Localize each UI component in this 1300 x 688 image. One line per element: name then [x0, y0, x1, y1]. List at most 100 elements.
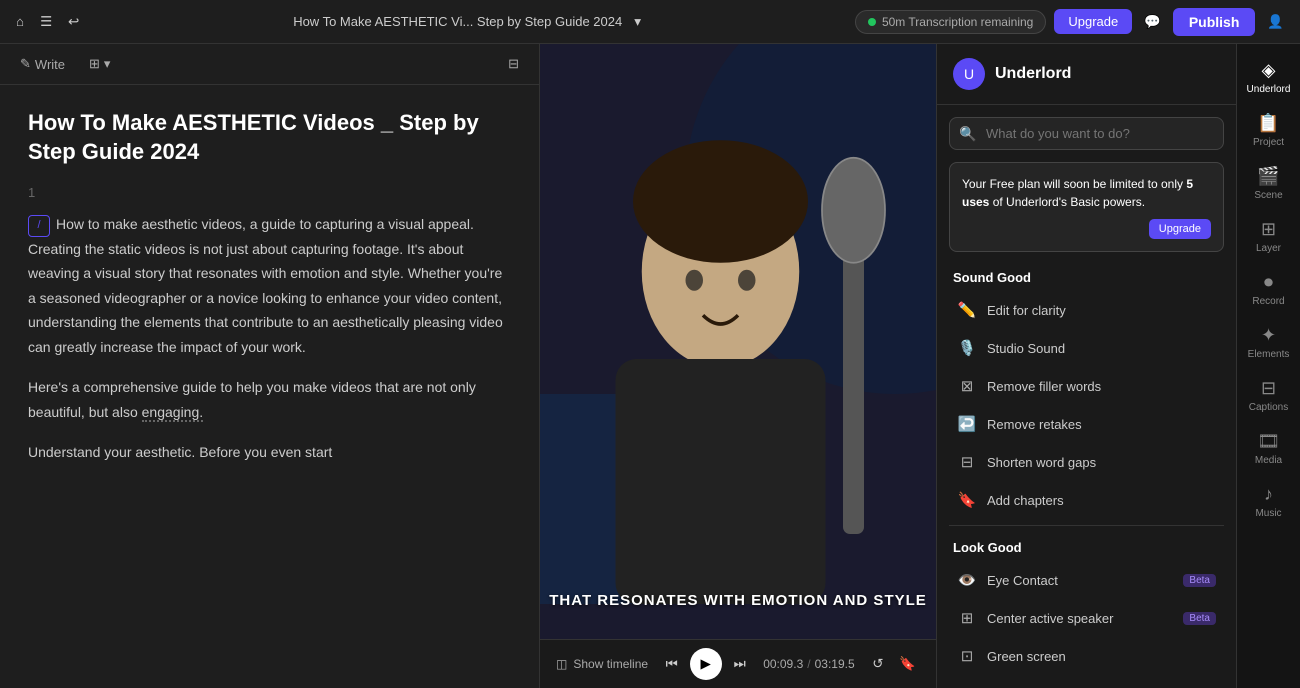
tool-edit-for-clarity[interactable]: ✏️ Edit for clarity: [949, 291, 1224, 329]
tool-eye-contact[interactable]: 👁️ Eye Contact Beta: [949, 561, 1224, 599]
tool-automatic-multicam[interactable]: ⊠ Automatic multicam: [949, 675, 1224, 688]
project-label: Project: [1253, 137, 1284, 148]
playback-controls: ⏮ ▶ ⏭: [662, 648, 750, 680]
sidebar-item-project[interactable]: 📋 Project: [1237, 105, 1300, 156]
skip-forward-icon: ⏭: [734, 656, 746, 672]
tool-studio-sound[interactable]: 🎙️ Studio Sound: [949, 329, 1224, 367]
remove-retakes-icon: ↩️: [957, 414, 977, 434]
underlord-bar-label: Underlord: [1247, 84, 1291, 95]
show-timeline-button[interactable]: ◫ Show timeline: [556, 657, 648, 671]
bookmark-button[interactable]: 🔖: [895, 652, 920, 676]
sidebar-item-elements[interactable]: ✦ Elements: [1237, 317, 1300, 368]
upgrade-banner-text: Your Free plan will soon be limited to o…: [962, 175, 1211, 211]
layout-button[interactable]: ⊞ ▾: [81, 52, 118, 76]
time-separator: /: [807, 657, 810, 671]
editor-panel: ✎ Write ⊞ ▾ ⊟ How To Make AESTHETIC Vide…: [0, 44, 540, 688]
current-time: 00:09.3: [763, 657, 803, 671]
tools-section: Sound Good ✏️ Edit for clarity 🎙️ Studio…: [937, 262, 1236, 688]
next-button[interactable]: ⏭: [730, 652, 750, 676]
bookmark-icon: 🔖: [899, 656, 916, 672]
underlord-search-input[interactable]: [949, 117, 1224, 150]
underlord-header: U Underlord: [937, 44, 1236, 105]
home-button[interactable]: ⌂: [12, 10, 28, 33]
search-box: 🔍: [949, 117, 1224, 150]
record-icon: ⏺: [1264, 272, 1273, 293]
microphone-icon: 🎙️: [957, 338, 977, 358]
write-button[interactable]: ✎ Write: [12, 52, 73, 76]
upgrade-button[interactable]: Upgrade: [1054, 9, 1132, 34]
previous-button[interactable]: ⏮: [662, 652, 682, 676]
beta-badge: Beta: [1183, 574, 1216, 587]
captions-label: Captions: [1249, 402, 1288, 413]
transcription-label: 50m Transcription remaining: [882, 15, 1033, 29]
project-icon: 📋: [1257, 113, 1279, 134]
comments-button[interactable]: 💬: [1140, 10, 1165, 34]
upgrade-banner: Your Free plan will soon be limited to o…: [949, 162, 1224, 252]
editor-toolbar: ✎ Write ⊞ ▾ ⊟: [0, 44, 539, 85]
tool-remove-retakes[interactable]: ↩️ Remove retakes: [949, 405, 1224, 443]
search-icon: 🔍: [959, 125, 976, 142]
sidebar-item-layer[interactable]: ⊞ Layer: [1237, 211, 1300, 262]
underlord-avatar: U: [953, 58, 985, 90]
sidebar-item-record[interactable]: ⏺ Record: [1237, 264, 1300, 315]
multicam-icon: ⊠: [957, 684, 977, 688]
video-placeholder: THAT RESONATES WITH EMOTION AND STYLE: [540, 44, 936, 639]
dropdown-icon: ▾: [104, 56, 111, 72]
publish-button[interactable]: Publish: [1173, 8, 1256, 36]
upgrade-inline-button[interactable]: Upgrade: [1149, 219, 1211, 239]
paragraph-1: /How to make aesthetic videos, a guide t…: [28, 212, 511, 359]
grid-icon: ⊟: [508, 56, 519, 72]
paragraph-2: Here's a comprehensive guide to help you…: [28, 375, 511, 424]
play-button[interactable]: ▶: [690, 648, 722, 680]
title-dropdown-button[interactable]: ▾: [630, 10, 645, 34]
chevron-down-icon: ▾: [634, 14, 641, 30]
grid-button[interactable]: ⊟: [500, 52, 527, 76]
sidebar-item-underlord[interactable]: ◈ Underlord: [1237, 52, 1300, 103]
avatar-button[interactable]: 👤: [1263, 10, 1288, 34]
section-divider: [949, 525, 1224, 526]
editor-body[interactable]: /How to make aesthetic videos, a guide t…: [28, 212, 511, 465]
loop-button[interactable]: ↺: [868, 652, 887, 676]
video-controls: ◫ Show timeline ⏮ ▶ ⏭ 00:09.3 / 03:19.5: [540, 639, 936, 688]
tool-label: Green screen: [987, 649, 1066, 664]
captions-icon: ⊟: [1261, 378, 1276, 399]
tool-label: Edit for clarity: [987, 303, 1066, 318]
video-area: THAT RESONATES WITH EMOTION AND STYLE: [540, 44, 936, 639]
chapter-number: 1: [28, 182, 511, 204]
menu-button[interactable]: ☰: [36, 10, 56, 34]
chapters-icon: 🔖: [957, 490, 977, 510]
topbar-center: How To Make AESTHETIC Vi... Step by Step…: [91, 10, 847, 34]
user-avatar-icon: 👤: [1267, 14, 1284, 30]
total-time: 03:19.5: [815, 657, 855, 671]
eye-icon: 👁️: [957, 570, 977, 590]
tool-label: Studio Sound: [987, 341, 1065, 356]
sidebar-item-media[interactable]: 🎞 Media: [1237, 423, 1300, 474]
paragraph-3: Understand your aesthetic. Before you ev…: [28, 440, 511, 465]
sidebar-item-scene[interactable]: 🎬 Scene: [1237, 158, 1300, 209]
topbar-left: ⌂ ☰ ↩: [12, 10, 83, 34]
tool-add-chapters[interactable]: 🔖 Add chapters: [949, 481, 1224, 519]
tool-remove-filler-words[interactable]: ⊠ Remove filler words: [949, 367, 1224, 405]
tool-shorten-word-gaps[interactable]: ⊟ Shorten word gaps: [949, 443, 1224, 481]
tool-center-active-speaker[interactable]: ⊞ Center active speaker Beta: [949, 599, 1224, 637]
tool-label: Remove retakes: [987, 417, 1082, 432]
underlord-bar-icon: ◈: [1262, 60, 1276, 81]
sidebar-item-music[interactable]: ♪ Music: [1237, 476, 1300, 527]
sidebar-item-captions[interactable]: ⊟ Captions: [1237, 370, 1300, 421]
tool-green-screen[interactable]: ⊡ Green screen: [949, 637, 1224, 675]
layer-icon: ⊞: [1261, 219, 1276, 240]
editor-content: How To Make AESTHETIC Videos _ Step by S…: [0, 85, 539, 688]
tool-label: Shorten word gaps: [987, 455, 1096, 470]
record-label: Record: [1252, 296, 1284, 307]
controls-right: ↺ 🔖: [868, 652, 920, 676]
video-subtitle: THAT RESONATES WITH EMOTION AND STYLE: [549, 592, 927, 609]
document-title: How To Make AESTHETIC Vi... Step by Step…: [293, 14, 622, 29]
topbar-right: 50m Transcription remaining Upgrade 💬 Pu…: [855, 8, 1288, 36]
undo-button[interactable]: ↩: [64, 10, 83, 34]
green-screen-icon: ⊡: [957, 646, 977, 666]
skip-back-icon: ⏮: [666, 656, 678, 672]
main-layout: ✎ Write ⊞ ▾ ⊟ How To Make AESTHETIC Vide…: [0, 44, 1300, 688]
music-label: Music: [1255, 508, 1281, 519]
media-label: Media: [1255, 455, 1282, 466]
undo-icon: ↩: [68, 14, 79, 30]
